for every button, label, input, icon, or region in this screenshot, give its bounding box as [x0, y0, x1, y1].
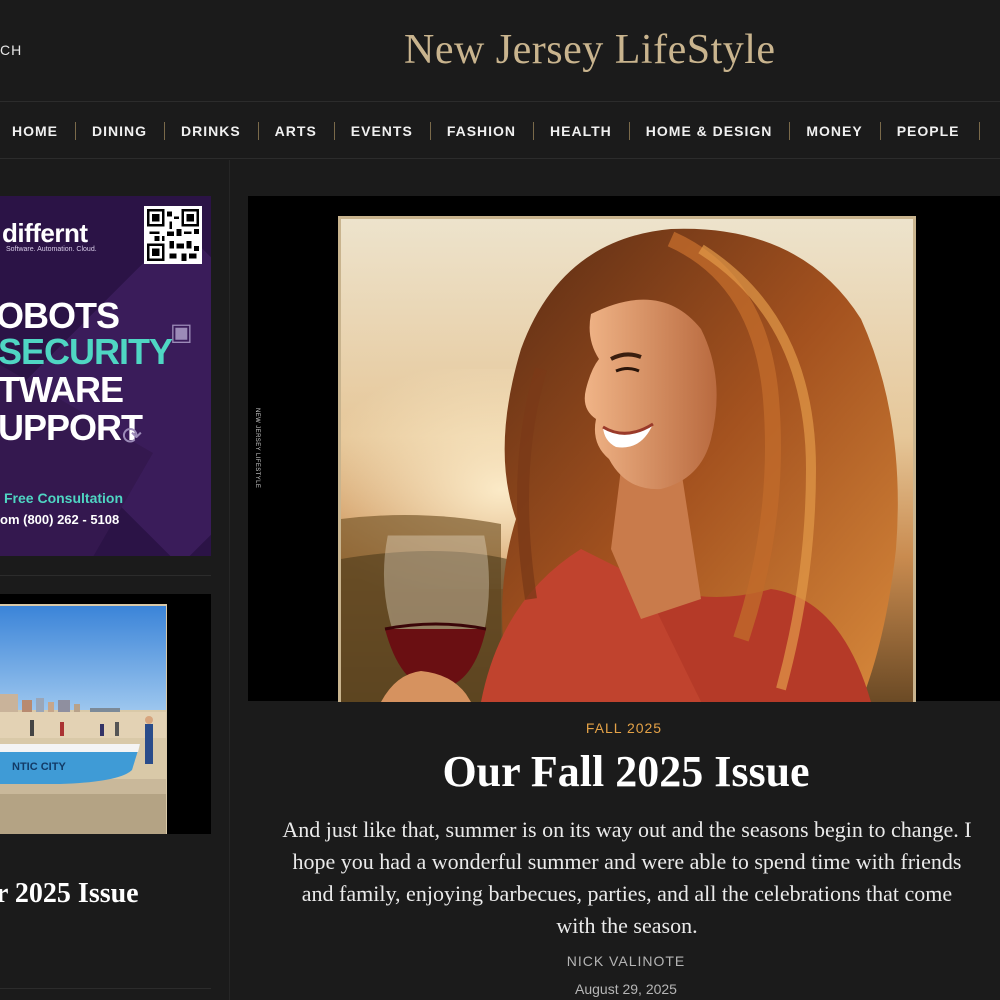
nav-item-home-design[interactable]: HOME & DESIGN: [628, 121, 790, 140]
nav-separator: [978, 121, 980, 140]
side-article-title[interactable]: r 2025 Issue: [0, 878, 139, 910]
nav-item-drinks[interactable]: DRINKS: [164, 121, 258, 140]
nav-item-money[interactable]: MONEY: [789, 121, 879, 140]
ad-logo: differnt: [2, 218, 88, 248]
ad-tagline: Software. Automation. Cloud.: [6, 246, 97, 253]
ad-line: OBOTS: [0, 295, 120, 336]
article-excerpt: And just like that, summer is on its way…: [282, 817, 972, 938]
refresh-icon: ⟳: [122, 423, 143, 450]
nav-item-fashion[interactable]: FASHION: [429, 121, 533, 140]
ad-line: TWARE: [0, 369, 124, 410]
nav-item-dining[interactable]: DINING: [75, 121, 164, 140]
divider: [0, 575, 211, 576]
qr-code-icon: [144, 206, 202, 264]
sidebar-ad[interactable]: differnt Software. Automation. Cloud. OB…: [0, 196, 211, 556]
side-article-image[interactable]: NTIC CITY: [0, 594, 211, 834]
search-link[interactable]: CH: [0, 42, 22, 58]
ad-line: UPPORT: [0, 407, 143, 448]
page: CH New Jersey LifeStyle HOME DINING DRIN…: [0, 0, 1000, 1000]
nav-item-people[interactable]: PEOPLE: [879, 121, 977, 140]
article-category[interactable]: FALL 2025: [248, 720, 1000, 736]
ad-phone: om (800) 262 - 5108: [0, 512, 120, 527]
feature-image[interactable]: [338, 216, 916, 702]
nav-item-events[interactable]: EVENTS: [333, 121, 430, 140]
site-logo[interactable]: New Jersey LifeStyle: [404, 26, 776, 74]
article-author[interactable]: NICK VALINOTE: [248, 953, 1000, 969]
article-title[interactable]: Our Fall 2025 Issue: [248, 746, 1000, 797]
nav-item-arts[interactable]: ARTS: [257, 121, 334, 140]
ad-cta: Free Consultation: [4, 490, 124, 506]
boat-text: NTIC CITY: [12, 761, 66, 773]
site-header: CH New Jersey LifeStyle: [0, 0, 1000, 102]
nav-item-health[interactable]: HEALTH: [533, 121, 629, 140]
divider: [0, 988, 211, 989]
article-date: August 29, 2025: [575, 981, 677, 997]
cover-spine-label: NEW JERSEY LIFESTYLE: [254, 408, 260, 489]
nav-item-home[interactable]: HOME: [0, 123, 75, 139]
scan-face-icon: ▣: [170, 319, 193, 346]
ad-line: SECURITY: [0, 331, 173, 372]
sidebar: differnt Software. Automation. Cloud. OB…: [0, 160, 230, 1000]
main-nav: HOME DINING DRINKS ARTS EVENTS FASHION H…: [0, 103, 1000, 159]
